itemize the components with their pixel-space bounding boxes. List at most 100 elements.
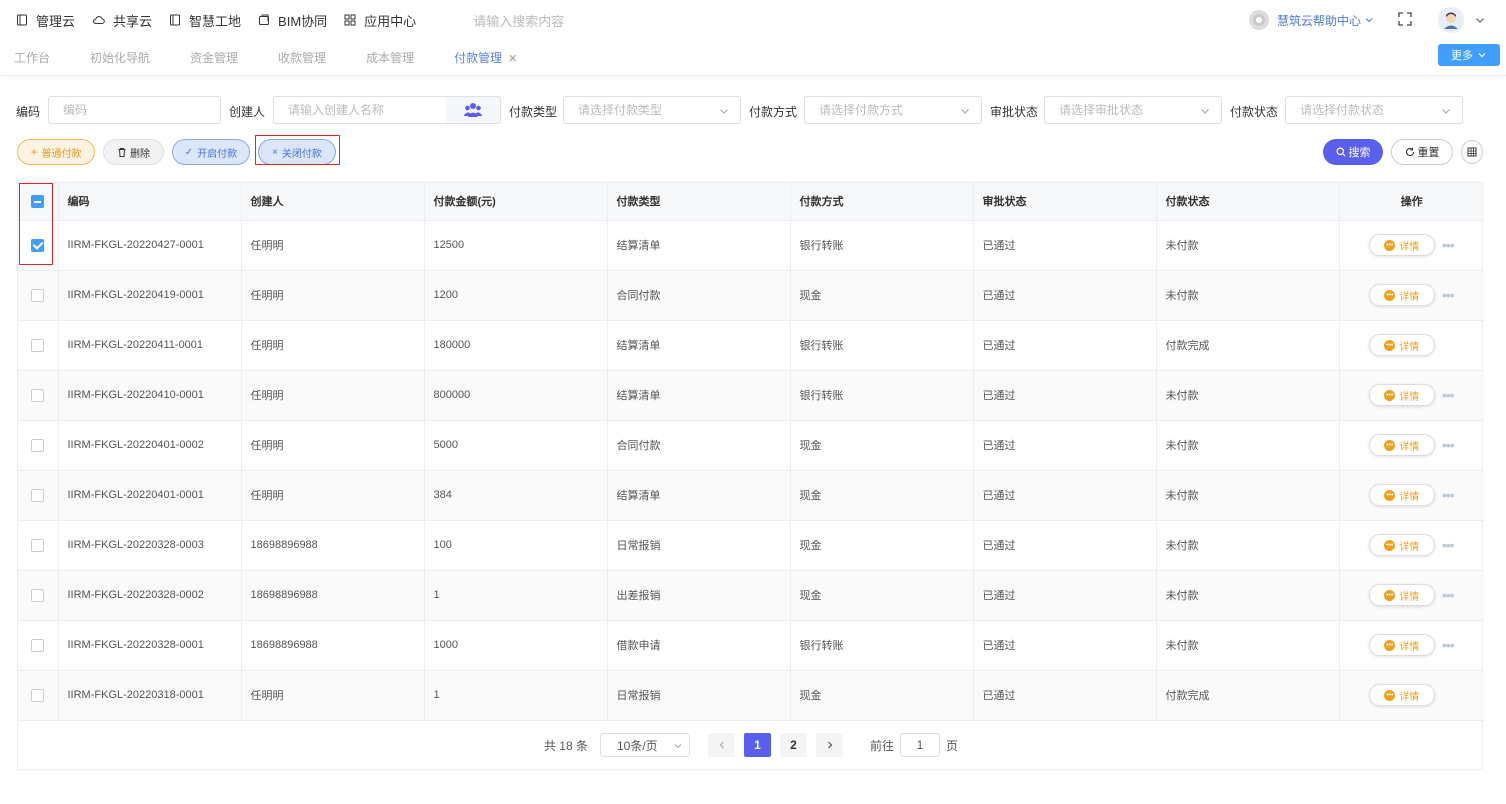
row-more-icon[interactable]: ••• xyxy=(1441,387,1455,403)
page-2-button[interactable]: 2 xyxy=(780,733,807,757)
search-button[interactable]: 搜索 xyxy=(1323,139,1383,165)
next-page-button[interactable] xyxy=(816,733,843,757)
detail-button[interactable]: ••• 详情 xyxy=(1368,634,1435,656)
tab-3[interactable]: 收款管理 xyxy=(278,49,326,66)
header-method[interactable]: 付款方式 xyxy=(790,183,974,221)
topnav-item-1[interactable]: 共享云 xyxy=(92,11,152,30)
tab-0[interactable]: 工作台 xyxy=(14,49,50,66)
detail-button[interactable]: ••• 详情 xyxy=(1368,434,1435,456)
header-status[interactable]: 付款状态 xyxy=(1156,183,1340,221)
cell-method: 银行转账 xyxy=(790,620,974,671)
cell-approval: 已通过 xyxy=(973,520,1157,571)
select-people-button[interactable] xyxy=(446,96,501,124)
detail-button[interactable]: ••• 详情 xyxy=(1368,484,1435,506)
header-creator[interactable]: 创建人 xyxy=(241,183,425,221)
creator-label: 创建人 xyxy=(229,105,266,119)
code-input[interactable]: 编码 xyxy=(48,96,221,124)
detail-label: 详情 xyxy=(1399,391,1420,403)
cell-approval: 已通过 xyxy=(973,470,1157,521)
chevron-down-icon xyxy=(1478,53,1486,58)
delete-button[interactable]: 删除 xyxy=(103,139,164,165)
cell-amount: 1000 xyxy=(424,620,608,671)
table-header-row: 编码 创建人 付款金额(元) 付款类型 付款方式 审批状态 付款状态 操作 xyxy=(18,183,1484,221)
cell-type: 日常报销 xyxy=(607,670,791,721)
normal-pay-label: 普通付款 xyxy=(41,148,82,160)
detail-button[interactable]: ••• 详情 xyxy=(1368,584,1435,606)
row-more-icon[interactable]: ••• xyxy=(1441,237,1455,253)
tab-5[interactable]: 付款管理 ✕ xyxy=(454,49,517,66)
help-center-link[interactable]: 慧筑云帮助中心 xyxy=(1277,12,1374,29)
normal-pay-button[interactable]: + 普通付款 xyxy=(17,139,95,165)
tab-4[interactable]: 成本管理 xyxy=(366,49,414,66)
table-row: IIRM-FKGL-20220328-0002 18698896988 1 出差报销现… xyxy=(18,570,1484,621)
user-menu-chevron-icon[interactable] xyxy=(1474,14,1486,26)
detail-button[interactable]: ••• 详情 xyxy=(1368,534,1435,556)
help-avatar-icon xyxy=(1248,10,1269,30)
cell-type: 合同付款 xyxy=(607,420,791,471)
user-avatar[interactable] xyxy=(1438,7,1464,33)
row-checkbox[interactable] xyxy=(31,388,45,402)
row-more-icon[interactable]: ••• xyxy=(1441,487,1455,503)
pay-status-select[interactable]: 请选择付款状态 xyxy=(1285,96,1463,124)
row-checkbox[interactable] xyxy=(31,488,45,502)
cell-code: IIRM-FKGL-20220328-0003 xyxy=(58,520,242,571)
cell-method: 现金 xyxy=(790,270,974,321)
row-more-icon[interactable]: ••• xyxy=(1441,637,1455,653)
fullscreen-icon[interactable] xyxy=(1398,11,1412,29)
row-checkbox[interactable] xyxy=(31,638,45,652)
row-checkbox[interactable] xyxy=(31,338,45,352)
more-dots-icon: ••• xyxy=(1384,289,1396,301)
topnav-item-4[interactable]: 应用中心 xyxy=(344,11,416,30)
row-more-icon[interactable]: ••• xyxy=(1441,287,1455,303)
column-settings-button[interactable] xyxy=(1461,140,1483,164)
page-1-button[interactable]: 1 xyxy=(744,733,771,757)
row-checkbox[interactable] xyxy=(31,688,45,702)
topnav-item-0[interactable]: 管理云 xyxy=(16,11,75,30)
book-icon xyxy=(169,14,185,26)
topnav-item-2[interactable]: 智慧工地 xyxy=(169,11,241,30)
row-checkbox[interactable] xyxy=(31,538,45,552)
detail-button[interactable]: ••• 详情 xyxy=(1368,384,1435,406)
top-search-input[interactable]: 请输入搜索内容 xyxy=(473,11,673,30)
detail-button[interactable]: ••• 详情 xyxy=(1368,284,1435,306)
row-more-icon[interactable]: ••• xyxy=(1441,437,1455,453)
header-approval[interactable]: 审批状态 xyxy=(973,183,1157,221)
more-button-label: 更多 xyxy=(1451,50,1473,62)
tab-1[interactable]: 初始化导航 xyxy=(90,49,150,66)
page-size-select[interactable]: 10条/页 xyxy=(600,733,690,757)
row-select-cell xyxy=(18,420,59,471)
table-row: IIRM-FKGL-20220427-0001 任明明 12500 结算清单 银行转账已… xyxy=(18,220,1484,271)
row-more-icon[interactable]: ••• xyxy=(1441,537,1455,553)
row-actions-cell: ••• 详情 ••• xyxy=(1339,520,1484,571)
row-select-cell xyxy=(18,670,59,721)
cell-method: 现金 xyxy=(790,520,974,571)
pay-method-select[interactable]: 请选择付款方式 xyxy=(804,96,982,124)
detail-button[interactable]: ••• 详情 xyxy=(1368,334,1435,356)
cell-code: IIRM-FKGL-20220411-0001 xyxy=(58,320,242,371)
approval-select[interactable]: 请选择审批状态 xyxy=(1044,96,1222,124)
row-checkbox[interactable] xyxy=(31,588,45,602)
tab-close-icon[interactable]: ✕ xyxy=(508,53,517,65)
pay-type-select[interactable]: 请选择付款类型 xyxy=(563,96,741,124)
prev-page-button[interactable] xyxy=(708,733,735,757)
header-actions: 操作 xyxy=(1339,183,1484,221)
tab-2[interactable]: 资金管理 xyxy=(190,49,238,66)
cell-amount: 1 xyxy=(424,570,608,621)
row-select-cell xyxy=(18,270,59,321)
cell-code: IIRM-FKGL-20220328-0001 xyxy=(58,620,242,671)
table-row: IIRM-FKGL-20220411-0001 任明明 180000 结算清单 银行转账… xyxy=(18,320,1484,371)
reset-button[interactable]: 重置 xyxy=(1391,139,1453,165)
detail-button[interactable]: ••• 详情 xyxy=(1368,234,1435,256)
topnav-item-3[interactable]: BIM协同 xyxy=(258,11,327,30)
more-button[interactable]: 更多 xyxy=(1438,44,1500,66)
open-pay-button[interactable]: ✓ 开启付款 xyxy=(172,139,250,165)
goto-page-input[interactable]: 1 xyxy=(900,733,941,757)
row-checkbox[interactable] xyxy=(31,288,45,302)
row-more-icon[interactable]: ••• xyxy=(1441,587,1455,603)
detail-button[interactable]: ••• 详情 xyxy=(1368,684,1435,706)
creator-input[interactable]: 请输入创建人名称 xyxy=(273,96,447,124)
header-code[interactable]: 编码 xyxy=(58,183,242,221)
header-amount[interactable]: 付款金额(元) xyxy=(424,183,608,221)
header-type[interactable]: 付款类型 xyxy=(607,183,791,221)
row-checkbox[interactable] xyxy=(31,438,45,452)
